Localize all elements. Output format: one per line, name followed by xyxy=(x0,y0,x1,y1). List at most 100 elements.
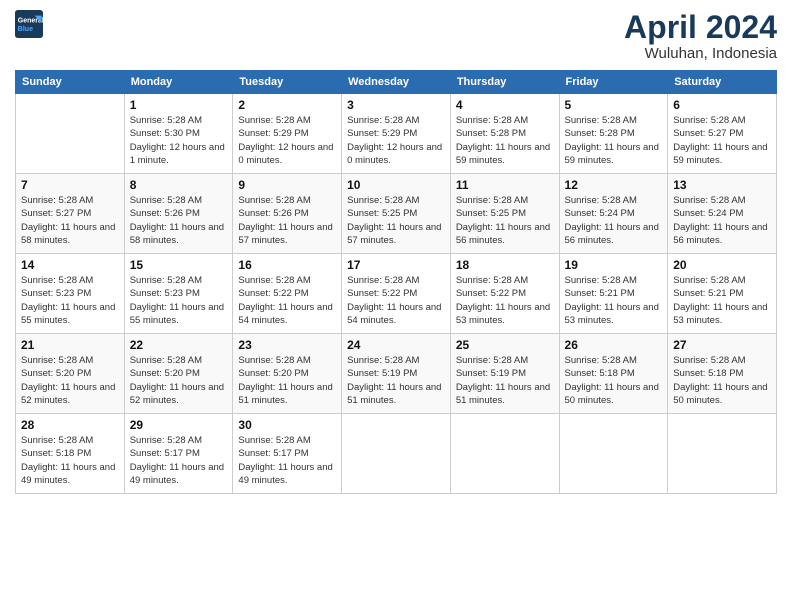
day-info: Sunrise: 5:28 AMSunset: 5:18 PMDaylight:… xyxy=(21,434,119,487)
day-number: 27 xyxy=(673,338,771,352)
header-sunday: Sunday xyxy=(16,71,125,94)
day-info: Sunrise: 5:28 AMSunset: 5:26 PMDaylight:… xyxy=(238,194,336,247)
day-info: Sunrise: 5:28 AMSunset: 5:21 PMDaylight:… xyxy=(673,274,771,327)
calendar-cell: 22 Sunrise: 5:28 AMSunset: 5:20 PMDayligh… xyxy=(124,334,233,414)
calendar-cell: 5 Sunrise: 5:28 AMSunset: 5:28 PMDaylight… xyxy=(559,94,668,174)
header-wednesday: Wednesday xyxy=(342,71,451,94)
day-info: Sunrise: 5:28 AMSunset: 5:22 PMDaylight:… xyxy=(456,274,554,327)
calendar-cell: 13Sunrise: 5:28 AMSunset: 5:24 PMDayligh… xyxy=(668,174,777,254)
calendar-cell: 25 Sunrise: 5:28 AMSunset: 5:19 PMDayligh… xyxy=(450,334,559,414)
calendar-cell: 3 Sunrise: 5:28 AMSunset: 5:29 PMDaylight… xyxy=(342,94,451,174)
day-info: Sunrise: 5:28 AMSunset: 5:20 PMDaylight:… xyxy=(238,354,336,407)
day-number: 18 xyxy=(456,258,554,272)
logo: General Blue xyxy=(15,10,43,38)
calendar-cell: 18 Sunrise: 5:28 AMSunset: 5:22 PMDayligh… xyxy=(450,254,559,334)
day-info: Sunrise: 5:28 AMSunset: 5:28 PMDaylight:… xyxy=(565,114,663,167)
day-info: Sunrise: 5:28 AMSunset: 5:23 PMDaylight:… xyxy=(130,274,228,327)
calendar-cell: 10Sunrise: 5:28 AMSunset: 5:25 PMDayligh… xyxy=(342,174,451,254)
week-row-3: 14Sunrise: 5:28 AMSunset: 5:23 PMDayligh… xyxy=(16,254,777,334)
calendar-cell: 30 Sunrise: 5:28 AMSunset: 5:17 PMDayligh… xyxy=(233,414,342,494)
day-info: Sunrise: 5:28 AMSunset: 5:22 PMDaylight:… xyxy=(238,274,336,327)
calendar-cell: 20 Sunrise: 5:28 AMSunset: 5:21 PMDayligh… xyxy=(668,254,777,334)
calendar-cell: 17 Sunrise: 5:28 AMSunset: 5:22 PMDayligh… xyxy=(342,254,451,334)
day-number: 24 xyxy=(347,338,445,352)
day-info: Sunrise: 5:28 AMSunset: 5:25 PMDaylight:… xyxy=(456,194,554,247)
calendar-cell: 2 Sunrise: 5:28 AMSunset: 5:29 PMDaylight… xyxy=(233,94,342,174)
day-info: Sunrise: 5:28 AMSunset: 5:18 PMDaylight:… xyxy=(673,354,771,407)
svg-text:Blue: Blue xyxy=(18,26,33,33)
day-number: 9 xyxy=(238,178,336,192)
calendar-cell xyxy=(450,414,559,494)
day-number: 30 xyxy=(238,418,336,432)
day-info: Sunrise: 5:28 AMSunset: 5:29 PMDaylight:… xyxy=(347,114,445,167)
day-info: Sunrise: 5:28 AMSunset: 5:30 PMDaylight:… xyxy=(130,114,228,167)
day-number: 29 xyxy=(130,418,228,432)
day-info: Sunrise: 5:28 AMSunset: 5:27 PMDaylight:… xyxy=(673,114,771,167)
calendar-cell: 15Sunrise: 5:28 AMSunset: 5:23 PMDayligh… xyxy=(124,254,233,334)
day-info: Sunrise: 5:28 AMSunset: 5:21 PMDaylight:… xyxy=(565,274,663,327)
day-info: Sunrise: 5:28 AMSunset: 5:20 PMDaylight:… xyxy=(130,354,228,407)
calendar-cell: 9 Sunrise: 5:28 AMSunset: 5:26 PMDaylight… xyxy=(233,174,342,254)
header-monday: Monday xyxy=(124,71,233,94)
day-info: Sunrise: 5:28 AMSunset: 5:18 PMDaylight:… xyxy=(565,354,663,407)
day-info: Sunrise: 5:28 AMSunset: 5:24 PMDaylight:… xyxy=(565,194,663,247)
location: Wuluhan, Indonesia xyxy=(624,45,777,62)
calendar-cell: 8Sunrise: 5:28 AMSunset: 5:26 PMDaylight… xyxy=(124,174,233,254)
day-number: 25 xyxy=(456,338,554,352)
header: General Blue April 2024 Wuluhan, Indones… xyxy=(15,10,777,62)
day-number: 8 xyxy=(130,178,228,192)
day-number: 17 xyxy=(347,258,445,272)
day-info: Sunrise: 5:28 AMSunset: 5:23 PMDaylight:… xyxy=(21,274,119,327)
calendar-cell: 14Sunrise: 5:28 AMSunset: 5:23 PMDayligh… xyxy=(16,254,125,334)
day-info: Sunrise: 5:28 AMSunset: 5:19 PMDaylight:… xyxy=(456,354,554,407)
calendar-cell: 7Sunrise: 5:28 AMSunset: 5:27 PMDaylight… xyxy=(16,174,125,254)
day-number: 3 xyxy=(347,98,445,112)
calendar-cell: 4Sunrise: 5:28 AMSunset: 5:28 PMDaylight… xyxy=(450,94,559,174)
calendar-table: Sunday Monday Tuesday Wednesday Thursday… xyxy=(15,70,777,494)
weekday-header-row: Sunday Monday Tuesday Wednesday Thursday… xyxy=(16,71,777,94)
calendar-cell: 11 Sunrise: 5:28 AMSunset: 5:25 PMDayligh… xyxy=(450,174,559,254)
day-number: 7 xyxy=(21,178,119,192)
day-info: Sunrise: 5:28 AMSunset: 5:17 PMDaylight:… xyxy=(130,434,228,487)
day-number: 1 xyxy=(130,98,228,112)
day-info: Sunrise: 5:28 AMSunset: 5:22 PMDaylight:… xyxy=(347,274,445,327)
day-number: 2 xyxy=(238,98,336,112)
day-number: 4 xyxy=(456,98,554,112)
day-number: 21 xyxy=(21,338,119,352)
day-number: 28 xyxy=(21,418,119,432)
day-number: 5 xyxy=(565,98,663,112)
header-friday: Friday xyxy=(559,71,668,94)
calendar-cell xyxy=(16,94,125,174)
calendar-cell: 27 Sunrise: 5:28 AMSunset: 5:18 PMDayligh… xyxy=(668,334,777,414)
calendar-cell: 12Sunrise: 5:28 AMSunset: 5:24 PMDayligh… xyxy=(559,174,668,254)
calendar-cell: 21Sunrise: 5:28 AMSunset: 5:20 PMDayligh… xyxy=(16,334,125,414)
day-number: 19 xyxy=(565,258,663,272)
week-row-5: 28 Sunrise: 5:28 AMSunset: 5:18 PMDayligh… xyxy=(16,414,777,494)
calendar-cell: 26 Sunrise: 5:28 AMSunset: 5:18 PMDayligh… xyxy=(559,334,668,414)
calendar-cell xyxy=(668,414,777,494)
calendar-cell: 1 Sunrise: 5:28 AMSunset: 5:30 PMDaylight… xyxy=(124,94,233,174)
week-row-4: 21 Sunrise: 5:28 AMSunset: 5:20 PMDayligh… xyxy=(16,334,777,414)
day-number: 20 xyxy=(673,258,771,272)
month-title: April 2024 xyxy=(624,10,777,45)
calendar-cell: 24Sunrise: 5:28 AMSunset: 5:19 PMDayligh… xyxy=(342,334,451,414)
calendar-cell: 29 Sunrise: 5:28 AMSunset: 5:17 PMDayligh… xyxy=(124,414,233,494)
header-saturday: Saturday xyxy=(668,71,777,94)
title-block: April 2024 Wuluhan, Indonesia xyxy=(624,10,777,62)
header-thursday: Thursday xyxy=(450,71,559,94)
calendar-cell: 28 Sunrise: 5:28 AMSunset: 5:18 PMDayligh… xyxy=(16,414,125,494)
day-number: 16 xyxy=(238,258,336,272)
calendar-cell: 23Sunrise: 5:28 AMSunset: 5:20 PMDayligh… xyxy=(233,334,342,414)
calendar-cell xyxy=(342,414,451,494)
day-info: Sunrise: 5:28 AMSunset: 5:17 PMDaylight:… xyxy=(238,434,336,487)
calendar-cell: 19 Sunrise: 5:28 AMSunset: 5:21 PMDayligh… xyxy=(559,254,668,334)
day-number: 13 xyxy=(673,178,771,192)
day-info: Sunrise: 5:28 AMSunset: 5:29 PMDaylight:… xyxy=(238,114,336,167)
day-number: 6 xyxy=(673,98,771,112)
logo-icon: General Blue xyxy=(15,10,43,38)
week-row-2: 7Sunrise: 5:28 AMSunset: 5:27 PMDaylight… xyxy=(16,174,777,254)
day-number: 22 xyxy=(130,338,228,352)
day-number: 11 xyxy=(456,178,554,192)
calendar-cell xyxy=(559,414,668,494)
day-number: 26 xyxy=(565,338,663,352)
